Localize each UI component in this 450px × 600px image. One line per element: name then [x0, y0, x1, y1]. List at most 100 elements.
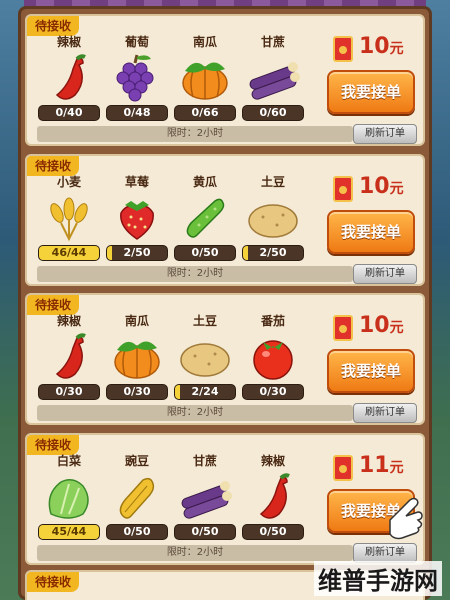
item-progress-bar: 2/50 [106, 245, 168, 261]
reward-amount: 10元 [359, 174, 404, 199]
reward-unit: 元 [389, 41, 404, 57]
progress-text: 0/30 [55, 385, 83, 398]
order-item: 南瓜 0/30 [101, 313, 173, 400]
item-name: 小麦 [56, 175, 81, 189]
accept-order-button[interactable]: 我要接单 [327, 70, 415, 114]
reward-unit: 元 [389, 320, 404, 336]
grape-icon [107, 51, 167, 103]
pointing-hand-icon [380, 492, 426, 542]
progress-text: 0/40 [55, 106, 83, 119]
item-progress-bar: 0/30 [242, 384, 304, 400]
reward-value: 11 [359, 453, 390, 478]
cabbage-icon [39, 470, 99, 522]
reward-value: 10 [359, 174, 390, 199]
item-progress-bar: 0/40 [38, 105, 100, 121]
order-item: 甘蔗 0/60 [237, 34, 309, 121]
reward-amount: 11元 [359, 453, 404, 478]
order-item: 豌豆 0/50 [101, 453, 173, 540]
progress-text: 2/24 [191, 385, 219, 398]
item-progress-bar: 2/50 [242, 245, 304, 261]
wheat-icon [39, 191, 99, 243]
order-card: 待接收 白菜 45/44 豌豆 0/50 甘蔗 0/50 辣椒 0/50 限时：2小时 11元 我要接… [25, 433, 425, 565]
refresh-order-button[interactable]: 刷新订单 [353, 124, 417, 144]
status-tag: 待接收 [27, 295, 80, 315]
order-item: 南瓜 0/66 [169, 34, 241, 121]
red-envelope-icon [333, 176, 353, 202]
pea-icon [107, 470, 167, 522]
order-item: 甘蔗 0/50 [169, 453, 241, 540]
reward-value: 10 [359, 34, 390, 59]
order-item: 辣椒 0/30 [33, 313, 105, 400]
accept-order-button[interactable]: 我要接单 [327, 349, 415, 393]
item-progress-bar: 0/66 [174, 105, 236, 121]
item-name: 甘蔗 [260, 35, 285, 49]
item-progress-bar: 0/30 [38, 384, 100, 400]
progress-text: 0/50 [191, 525, 219, 538]
item-progress-bar: 0/60 [242, 105, 304, 121]
refresh-order-button[interactable]: 刷新订单 [353, 543, 417, 563]
potato-icon [243, 191, 303, 243]
sugarcane-icon [175, 470, 235, 522]
progress-text: 0/50 [259, 525, 287, 538]
reward: 10元 [333, 311, 423, 345]
item-progress-bar: 0/50 [106, 524, 168, 540]
pumpkin-icon [107, 330, 167, 382]
item-progress-bar: 2/24 [174, 384, 236, 400]
item-progress-bar: 0/48 [106, 105, 168, 121]
order-item: 辣椒 0/50 [237, 453, 309, 540]
item-name: 葡萄 [124, 35, 149, 49]
reward: 10元 [333, 32, 423, 66]
chili-icon [39, 330, 99, 382]
progress-text: 2/50 [259, 246, 287, 259]
progress-text: 0/66 [191, 106, 219, 119]
sugarcane-icon [243, 51, 303, 103]
tomato-icon [243, 330, 303, 382]
chili-icon [243, 470, 303, 522]
watermark: 维普手游网 [314, 561, 442, 596]
progress-text: 0/48 [123, 106, 151, 119]
progress-text: 2/50 [123, 246, 151, 259]
reward: 11元 [333, 451, 423, 485]
item-name: 甘蔗 [192, 454, 217, 468]
refresh-order-button[interactable]: 刷新订单 [353, 403, 417, 423]
time-limit: 限时：2小时 [37, 126, 353, 142]
order-item: 白菜 45/44 [33, 453, 105, 540]
pumpkin-icon [175, 51, 235, 103]
item-name: 南瓜 [192, 35, 217, 49]
order-item: 土豆 2/50 [237, 174, 309, 261]
order-card: 待接收 辣椒 0/30 南瓜 0/30 土豆 2/24 番茄 0/30 限时：2小时 10元 我要接单… [25, 293, 425, 425]
status-tag: 待接收 [27, 572, 80, 592]
order-item: 辣椒 0/40 [33, 34, 105, 121]
status-tag: 待接收 [27, 435, 80, 455]
item-name: 辣椒 [56, 35, 81, 49]
time-limit: 限时：2小时 [37, 545, 353, 561]
strawberry-icon [107, 191, 167, 243]
reward-amount: 10元 [359, 313, 404, 338]
item-name: 白菜 [56, 454, 81, 468]
item-progress-bar: 46/44 [38, 245, 100, 261]
progress-text: 0/30 [259, 385, 287, 398]
progress-text: 0/60 [259, 106, 287, 119]
red-envelope-icon [333, 36, 353, 62]
red-envelope-icon [333, 455, 353, 481]
item-name: 南瓜 [124, 314, 149, 328]
status-tag: 待接收 [27, 156, 80, 176]
order-item: 番茄 0/30 [237, 313, 309, 400]
item-name: 豌豆 [124, 454, 149, 468]
order-item: 葡萄 0/48 [101, 34, 173, 121]
accept-order-button[interactable]: 我要接单 [327, 210, 415, 254]
red-envelope-icon [333, 315, 353, 341]
time-limit: 限时：2小时 [37, 266, 353, 282]
progress-text: 0/30 [123, 385, 151, 398]
reward: 10元 [333, 172, 423, 206]
order-item: 小麦 46/44 [33, 174, 105, 261]
item-name: 辣椒 [56, 314, 81, 328]
item-progress-bar: 0/30 [106, 384, 168, 400]
item-name: 土豆 [192, 314, 217, 328]
item-name: 土豆 [260, 175, 285, 189]
item-progress-bar: 0/50 [174, 524, 236, 540]
progress-text: 45/44 [51, 525, 87, 538]
progress-text: 0/50 [191, 246, 219, 259]
refresh-order-button[interactable]: 刷新订单 [353, 264, 417, 284]
reward-amount: 10元 [359, 34, 404, 59]
